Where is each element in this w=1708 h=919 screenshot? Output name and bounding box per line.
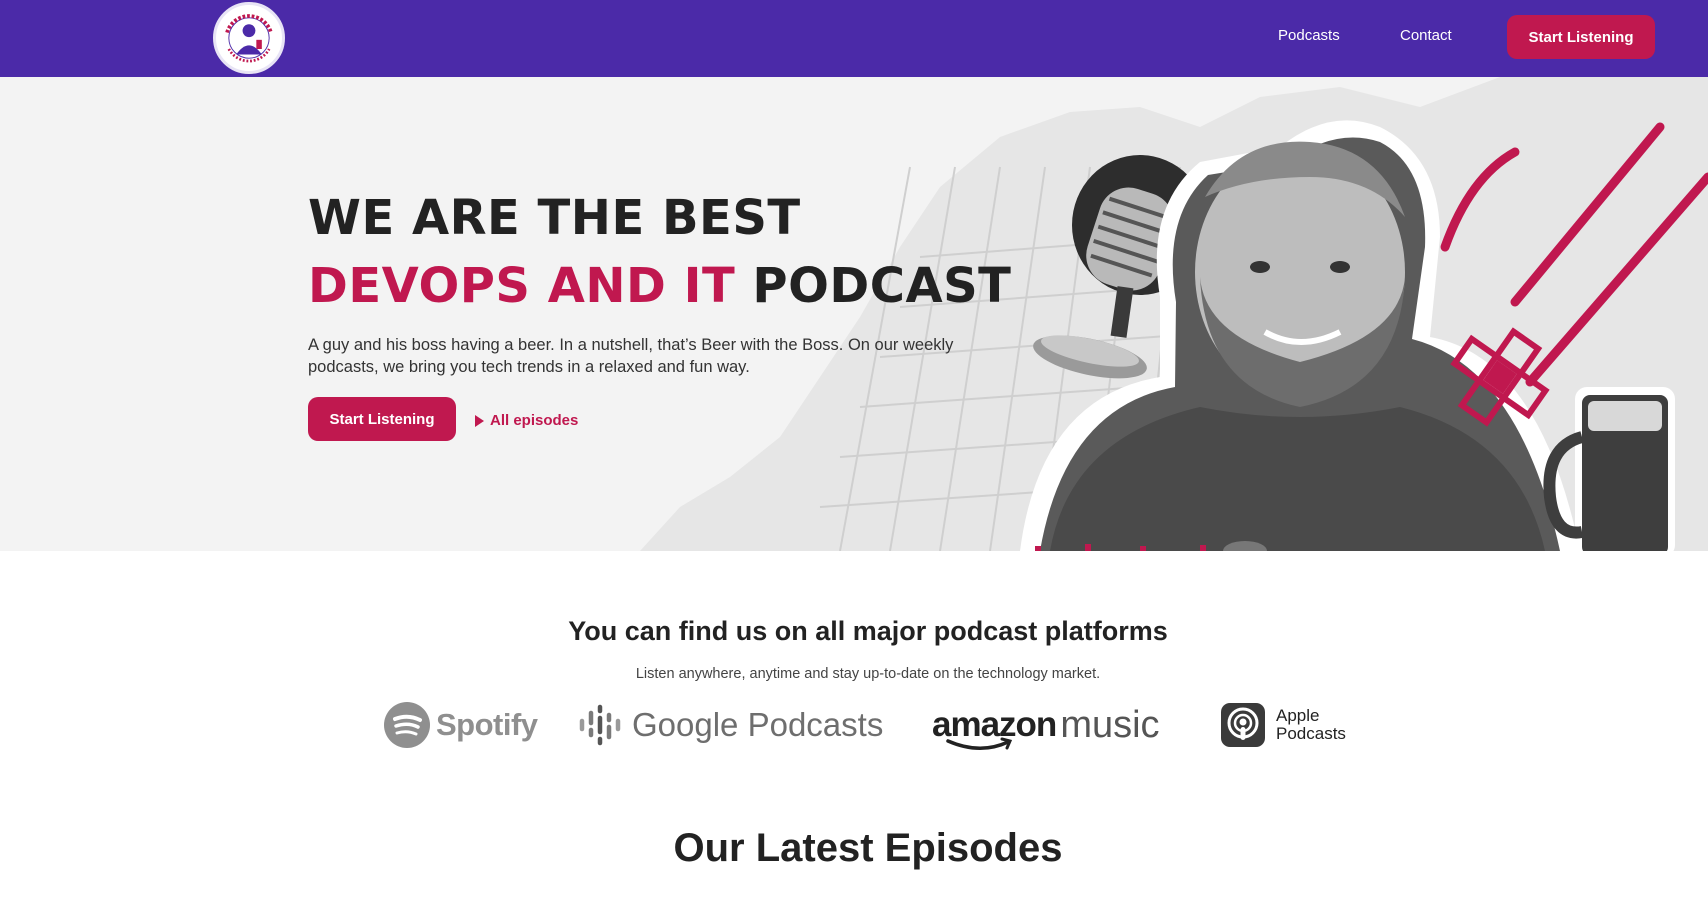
- latest-episodes-title: Our Latest Episodes: [673, 826, 1063, 870]
- apple-word: Apple: [1276, 706, 1320, 725]
- site-logo[interactable]: [213, 2, 285, 74]
- nav-start-listening-button[interactable]: Start Listening: [1507, 15, 1655, 59]
- hero-title-rest: PODCAST: [735, 258, 1012, 314]
- spotify-icon: [384, 702, 430, 748]
- spotify-link[interactable]: Spotify: [384, 697, 538, 753]
- hero-title-accent: DEVOPS AND IT: [308, 258, 736, 314]
- amazon-smile-icon: [946, 737, 1013, 750]
- all-episodes-link[interactable]: All episodes: [475, 412, 578, 429]
- apple-podcasts-link[interactable]: Apple Podcasts: [1221, 697, 1346, 753]
- google-podcasts-wordmark: Google Podcasts: [632, 706, 884, 743]
- amazon-wordmark: amazon: [932, 705, 1057, 750]
- amazon-music-link[interactable]: amazon music: [932, 697, 1160, 753]
- music-wordmark: music: [1060, 703, 1160, 746]
- hero-subtitle: A guy and his boss having a beer. In a n…: [308, 336, 954, 376]
- top-navbar: Podcasts Contact Start Listening: [0, 0, 1708, 77]
- play-icon: [475, 414, 484, 427]
- nav-contact-link[interactable]: Contact: [1400, 27, 1452, 44]
- nav-podcasts-link[interactable]: Podcasts: [1278, 27, 1340, 44]
- apple-podcasts-wordmark: Apple Podcasts: [1276, 707, 1346, 743]
- platforms-subtitle: Listen anywhere, anytime and stay up-to-…: [635, 666, 1101, 682]
- podcasts-word: Podcasts: [1276, 724, 1346, 743]
- hero-start-listening-button[interactable]: Start Listening: [308, 397, 456, 441]
- all-episodes-label: All episodes: [490, 412, 579, 429]
- hero-section: WE ARE THE BEST DEVOPS AND IT PODCAST A …: [0, 77, 1708, 551]
- google-podcasts-icon: [579, 704, 621, 746]
- spotify-wordmark: Spotify: [436, 707, 538, 742]
- hero-title: WE ARE THE BEST DEVOPS AND IT PODCAST: [308, 184, 1011, 320]
- apple-podcasts-icon: [1221, 703, 1265, 747]
- hero-title-line1: WE ARE THE BEST: [308, 190, 801, 246]
- google-podcasts-link[interactable]: Google Podcasts: [578, 697, 883, 753]
- platforms-title: You can find us on all major podcast pla…: [568, 616, 1168, 646]
